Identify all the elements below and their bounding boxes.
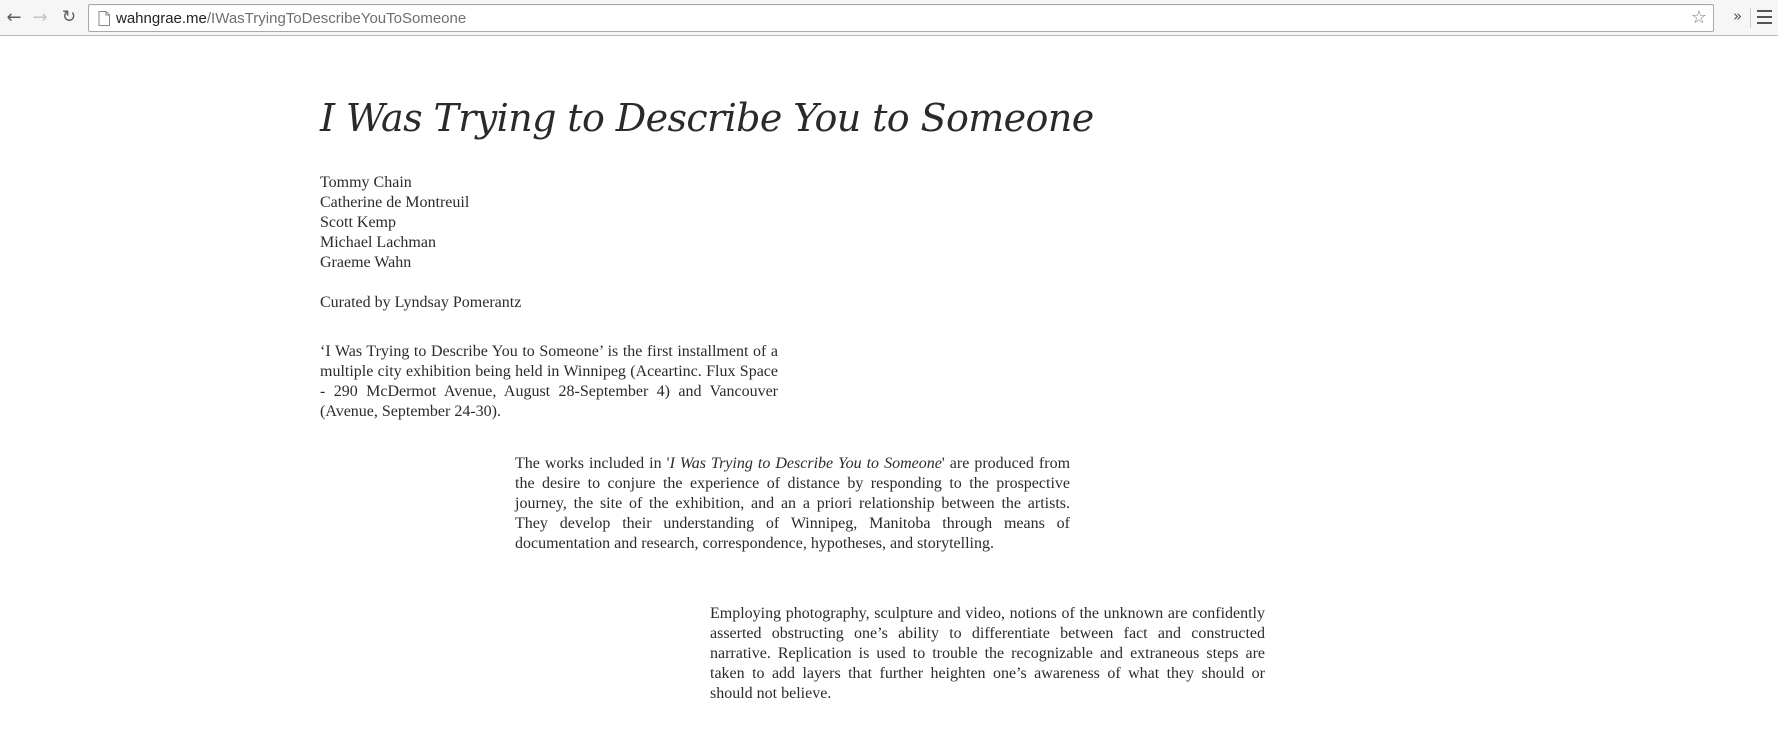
- back-arrow-icon[interactable]: ←: [3, 6, 25, 28]
- curator-credit: Curated by Lyndsay Pomerantz: [320, 294, 522, 311]
- hamburger-menu-icon[interactable]: [1757, 10, 1772, 24]
- media-paragraph: Employing photography, sculpture and vid…: [710, 605, 1265, 702]
- double-chevron-icon[interactable]: »: [1733, 7, 1742, 25]
- forward-arrow-icon[interactable]: →: [29, 6, 51, 28]
- works-paragraph: The works included in 'I Was Trying to D…: [515, 454, 1070, 554]
- toolbar-divider: [1750, 8, 1751, 28]
- works-title-italic: I Was Trying to Describe You to Someone: [669, 455, 942, 472]
- address-bar[interactable]: wahngrae.me/IWasTryingToDescribeYouToSom…: [88, 4, 1714, 32]
- star-icon[interactable]: ☆: [1691, 7, 1707, 28]
- page-icon: [98, 11, 110, 26]
- page-title: I Was Trying to Describe You to Someone: [320, 96, 1094, 140]
- artist-name: Tommy Chain: [320, 174, 412, 191]
- artist-name: Catherine de Montreuil: [320, 194, 470, 211]
- works-text-before: The works included in ': [515, 455, 670, 472]
- artist-list: Tommy Chain Catherine de Montreuil Scott…: [320, 173, 469, 273]
- browser-toolbar: ← → ↻ wahngrae.me/IWasTryingToDescribeYo…: [0, 0, 1778, 36]
- reload-icon[interactable]: ↻: [58, 6, 80, 28]
- url-path: /IWasTryingToDescribeYouToSomeone: [206, 10, 467, 27]
- artist-name: Graeme Wahn: [320, 254, 412, 271]
- intro-paragraph: ‘I Was Trying to Describe You to Someone…: [320, 343, 778, 420]
- url-host: wahngrae.me: [116, 10, 207, 27]
- artist-name: Michael Lachman: [320, 234, 436, 251]
- url-text[interactable]: wahngrae.me/IWasTryingToDescribeYouToSom…: [116, 10, 466, 27]
- artist-name: Scott Kemp: [320, 214, 396, 231]
